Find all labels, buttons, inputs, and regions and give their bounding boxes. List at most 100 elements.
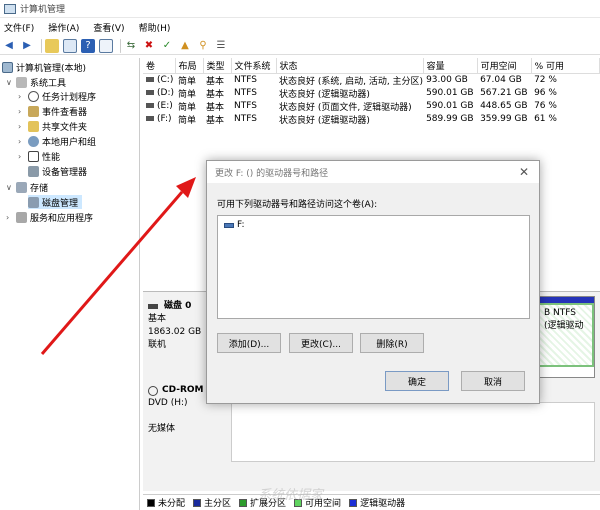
cancel-button[interactable]: 取消 (461, 371, 525, 391)
remove-button[interactable]: 删除(R) (360, 333, 424, 353)
cell-free: 567.21 GB (480, 88, 528, 98)
legend-item: 逻辑驱动器 (349, 496, 405, 509)
event-viewer-icon (28, 105, 39, 117)
tree-item-event-viewer[interactable]: › 事件查看器 (18, 104, 87, 118)
cdrom-area[interactable] (231, 402, 595, 462)
column-header[interactable]: 类型 (203, 58, 232, 74)
services-icon (16, 211, 27, 223)
chevron-right-icon[interactable]: › (18, 92, 26, 101)
table-row[interactable]: (D:) 简单 基本 NTFS 状态良好 (逻辑驱动器) 590.01 GB 5… (143, 87, 600, 100)
dialog-title-bar: 更改 F: () 的驱动器号和路径 ✕ (207, 161, 539, 183)
tree-item-label: 任务计划程序 (42, 92, 97, 103)
disk-management-icon (28, 196, 39, 208)
column-header[interactable]: 文件系统 (231, 58, 277, 74)
chevron-right-icon[interactable]: › (6, 213, 14, 222)
menu-help[interactable]: 帮助(H) (139, 21, 171, 34)
check-icon[interactable]: ✓ (160, 39, 174, 53)
clock-icon (28, 90, 39, 102)
column-header[interactable]: 卷 (143, 58, 176, 74)
table-row[interactable]: (E:) 简单 基本 NTFS 状态良好 (页面文件, 逻辑驱动器) 590.0… (143, 100, 600, 113)
close-icon[interactable]: ✕ (519, 165, 529, 179)
cell-fs: NTFS (234, 101, 257, 111)
column-header[interactable]: % 可用 (531, 58, 600, 74)
tree-item-local-users[interactable]: › 本地用户和组 (18, 134, 96, 148)
delete-icon[interactable]: ✖ (142, 39, 156, 53)
tree-item-disk-management[interactable]: 磁盘管理 (28, 195, 83, 209)
menu-file[interactable]: 文件(F) (4, 21, 34, 34)
tree-item-shared-folders[interactable]: › 共享文件夹 (18, 119, 87, 133)
cell-layout: 简单 (178, 115, 197, 126)
list-icon[interactable]: ☰ (214, 39, 228, 53)
chevron-right-icon[interactable]: › (18, 122, 26, 131)
storage-icon (16, 181, 27, 193)
tree-item-label: 事件查看器 (42, 107, 88, 118)
cdrom-media: 无媒体 (148, 424, 176, 434)
tree-item-label: 设备管理器 (42, 167, 88, 178)
device-manager-icon (28, 165, 39, 177)
console-tree-icon[interactable] (63, 38, 77, 53)
shared-folder-icon (28, 120, 39, 132)
column-header[interactable]: 容量 (423, 58, 478, 74)
cell-type: 基本 (206, 102, 225, 113)
tree-item-system-tools[interactable]: ∨ 系统工具 (6, 75, 66, 89)
up-folder-icon[interactable] (45, 38, 59, 53)
drive-icon (146, 116, 154, 121)
tree-item-label: 共享文件夹 (42, 122, 88, 133)
column-header[interactable]: 可用空间 (477, 58, 532, 74)
chevron-right-icon[interactable]: › (18, 152, 26, 161)
disk-icon (148, 304, 158, 309)
cell-free: 448.65 GB (480, 101, 528, 111)
window-title: 计算机管理 (20, 5, 66, 15)
list-item-label: F: (237, 220, 245, 230)
chevron-down-icon[interactable]: ∨ (6, 183, 14, 192)
cell-pct: 61 % (534, 114, 557, 124)
add-button[interactable]: 添加(D)... (217, 333, 281, 353)
tree-item-root[interactable]: 计算机管理(本地) (2, 60, 86, 74)
tree-item-performance[interactable]: › 性能 (18, 149, 60, 163)
disk0-name: 磁盘 0 (164, 301, 192, 311)
computer-icon (2, 61, 13, 73)
connect-icon[interactable]: ⇆ (124, 39, 138, 53)
chevron-right-icon[interactable]: › (18, 107, 26, 116)
forward-icon[interactable]: ▶ (20, 39, 34, 53)
menu-action[interactable]: 操作(A) (48, 21, 79, 34)
tree-item-label: 性能 (42, 152, 61, 163)
tree-item-task-scheduler[interactable]: › 任务计划程序 (18, 89, 96, 103)
column-header[interactable]: 状态 (276, 58, 424, 74)
legend-swatch (193, 498, 202, 507)
cell-status: 状态良好 (页面文件, 逻辑驱动器) (279, 102, 412, 113)
cell-volume: (E:) (143, 100, 175, 113)
table-row[interactable]: (F:) 简单 基本 NTFS 状态良好 (逻辑驱动器) 589.99 GB 3… (143, 113, 600, 126)
search-icon[interactable]: ⚲ (196, 39, 210, 53)
change-button[interactable]: 更改(C)... (289, 333, 353, 353)
tree-item-label: 存储 (30, 183, 49, 194)
dialog-label: 可用下列驱动器号和路径访问这个卷(A): (217, 200, 378, 210)
cell-layout: 简单 (178, 76, 197, 87)
drive-icon (146, 103, 154, 108)
drive-path-list[interactable]: F: (217, 215, 530, 319)
menu-bar: 文件(F) 操作(A) 查看(V) 帮助(H) (0, 19, 600, 35)
export-icon[interactable]: ▲ (178, 39, 192, 53)
menu-view[interactable]: 查看(V) (93, 21, 124, 34)
ok-button[interactable]: 确定 (385, 371, 449, 391)
help-icon[interactable]: ? (81, 38, 95, 53)
tools-icon (16, 76, 27, 88)
users-icon (28, 135, 39, 147)
chevron-down-icon[interactable]: ∨ (6, 78, 14, 87)
partition-f[interactable]: B NTFS (逻辑驱动 (537, 296, 595, 378)
tree-item-device-manager[interactable]: 设备管理器 (28, 164, 87, 178)
cell-status: 状态良好 (系统, 启动, 活动, 主分区) (279, 76, 424, 87)
back-icon[interactable]: ◀ (2, 39, 16, 53)
table-row[interactable]: (C:) 简单 基本 NTFS 状态良好 (系统, 启动, 活动, 主分区) 9… (143, 73, 600, 87)
console-tree: 计算机管理(本地) ∨ 系统工具 › 任务计划程序 › 事件查看器 › 共享文件… (0, 58, 140, 510)
cell-capacity: 589.99 GB (426, 114, 474, 124)
chevron-right-icon[interactable]: › (18, 137, 26, 146)
list-item[interactable]: F: (218, 216, 529, 234)
cell-free: 67.04 GB (480, 75, 522, 85)
tree-item-services[interactable]: › 服务和应用程序 (6, 210, 93, 224)
tree-item-storage[interactable]: ∨ 存储 (6, 180, 48, 194)
drive-icon (146, 77, 154, 82)
cell-capacity: 93.00 GB (426, 75, 468, 85)
properties-icon[interactable] (99, 38, 113, 53)
column-header[interactable]: 布局 (175, 58, 204, 74)
